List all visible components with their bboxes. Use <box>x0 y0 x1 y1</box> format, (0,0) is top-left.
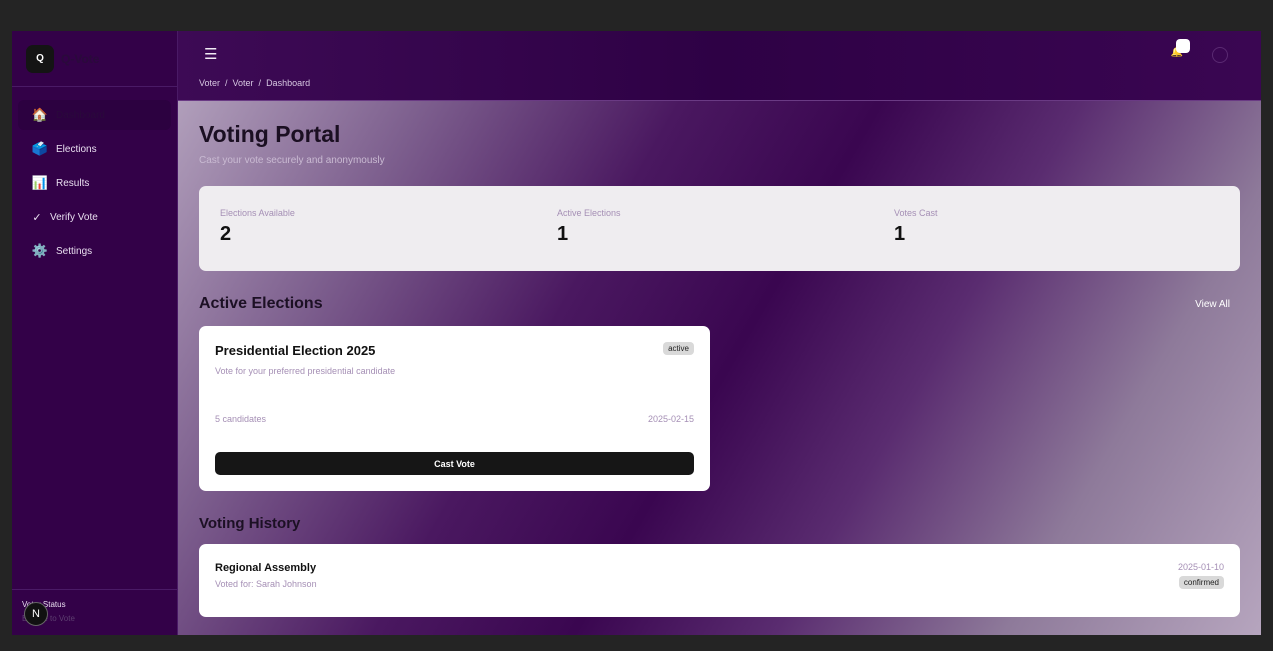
sidebar-item-settings[interactable]: ⚙️ Settings <box>18 236 171 266</box>
brand-logo: Q <box>26 44 54 73</box>
stat-value: 1 <box>557 223 569 245</box>
home-icon: 🏠 <box>31 107 49 122</box>
status-badge: active <box>663 342 694 355</box>
sidebar-item-label: Dashboard <box>56 109 105 121</box>
stat-label: Votes Cast <box>894 208 938 218</box>
status-badge: confirmed <box>1178 576 1224 589</box>
avatar[interactable] <box>1212 47 1228 63</box>
check-icon: ✓ <box>32 211 42 224</box>
sidebar-item-label: Verify Vote <box>50 211 98 223</box>
history-election-title: Regional Assembly <box>215 562 317 574</box>
gear-icon: ⚙️ <box>31 243 49 258</box>
view-all-button[interactable]: View All <box>1195 299 1230 310</box>
dev-tools-badge[interactable]: N <box>24 602 48 626</box>
election-title: Presidential Election 2025 <box>215 343 376 358</box>
history-voted-for: Voted for: Sarah Johnson <box>215 579 317 589</box>
sidebar-item-label: Results <box>56 177 90 189</box>
page-title: Voting Portal <box>199 121 341 147</box>
brand-name: Q-Vote <box>61 51 100 66</box>
stat-label: Active Elections <box>557 208 621 218</box>
app-window: Q Q-Vote 🏠 Dashboard 🗳️ Elections 📊 Resu… <box>12 31 1261 635</box>
sidebar: Q Q-Vote 🏠 Dashboard 🗳️ Elections 📊 Resu… <box>12 31 178 635</box>
stat-active-elections: Active Elections 1 <box>557 208 894 271</box>
brand: Q Q-Vote <box>12 31 177 87</box>
cast-vote-button[interactable]: Cast Vote <box>215 452 694 475</box>
sidebar-item-elections[interactable]: 🗳️ Elections <box>18 134 171 164</box>
breadcrumb: Voter / Voter / Dashboard <box>199 78 311 88</box>
election-meta: 5 candidates 2025-02-15 <box>215 414 694 424</box>
ballot-box-icon: 🗳️ <box>31 141 49 156</box>
breadcrumb-item[interactable]: Voter <box>233 78 254 88</box>
election-date: 2025-02-15 <box>647 414 694 424</box>
history-item[interactable]: Regional Assembly Voted for: Sarah Johns… <box>199 544 1240 617</box>
active-elections-header: Active Elections View All <box>199 295 1240 313</box>
page-subtitle: Cast your vote securely and anonymously <box>199 155 385 166</box>
voter-status-panel: Voter Status Eligible to Vote N <box>12 589 177 635</box>
main-area: ☰ Voter / Voter / Dashboard 🔔 Voting Portal … <box>178 31 1261 635</box>
stats-card: Elections Available 2 Active Elections 1… <box>199 186 1240 271</box>
history-date: 2025-01-10 <box>1177 562 1224 572</box>
candidate-count: 5 candidates <box>215 414 267 424</box>
sidebar-item-results[interactable]: 📊 Results <box>18 168 171 198</box>
stat-elections-available: Elections Available 2 <box>220 208 557 271</box>
section-title: Active Elections <box>199 295 323 312</box>
top-bar: ☰ Voter / Voter / Dashboard 🔔 <box>178 31 1261 101</box>
breadcrumb-item-current: Dashboard <box>266 78 311 88</box>
stat-value: 1 <box>894 223 906 245</box>
bar-chart-icon: 📊 <box>31 175 49 190</box>
sidebar-item-label: Elections <box>56 143 97 155</box>
sidebar-nav: 🏠 Dashboard 🗳️ Elections 📊 Results ✓ Ver… <box>12 87 177 266</box>
election-description: Vote for your preferred presidential can… <box>215 366 396 376</box>
stat-value: 2 <box>220 223 232 245</box>
sidebar-item-verify-vote[interactable]: ✓ Verify Vote <box>18 202 171 232</box>
stat-votes-cast: Votes Cast 1 <box>894 208 1231 271</box>
menu-toggle-icon[interactable]: ☰ <box>204 45 217 63</box>
sidebar-item-label: Settings <box>56 245 93 257</box>
stat-label: Elections Available <box>220 208 295 218</box>
notification-badge <box>1176 39 1190 53</box>
election-card: Presidential Election 2025 active Vote f… <box>199 326 710 491</box>
section-title: Voting History <box>199 515 301 532</box>
dashboard-content: Voting Portal Cast your vote securely an… <box>178 121 1261 617</box>
sidebar-item-dashboard[interactable]: 🏠 Dashboard <box>18 100 171 130</box>
breadcrumb-item[interactable]: Voter <box>199 78 220 88</box>
